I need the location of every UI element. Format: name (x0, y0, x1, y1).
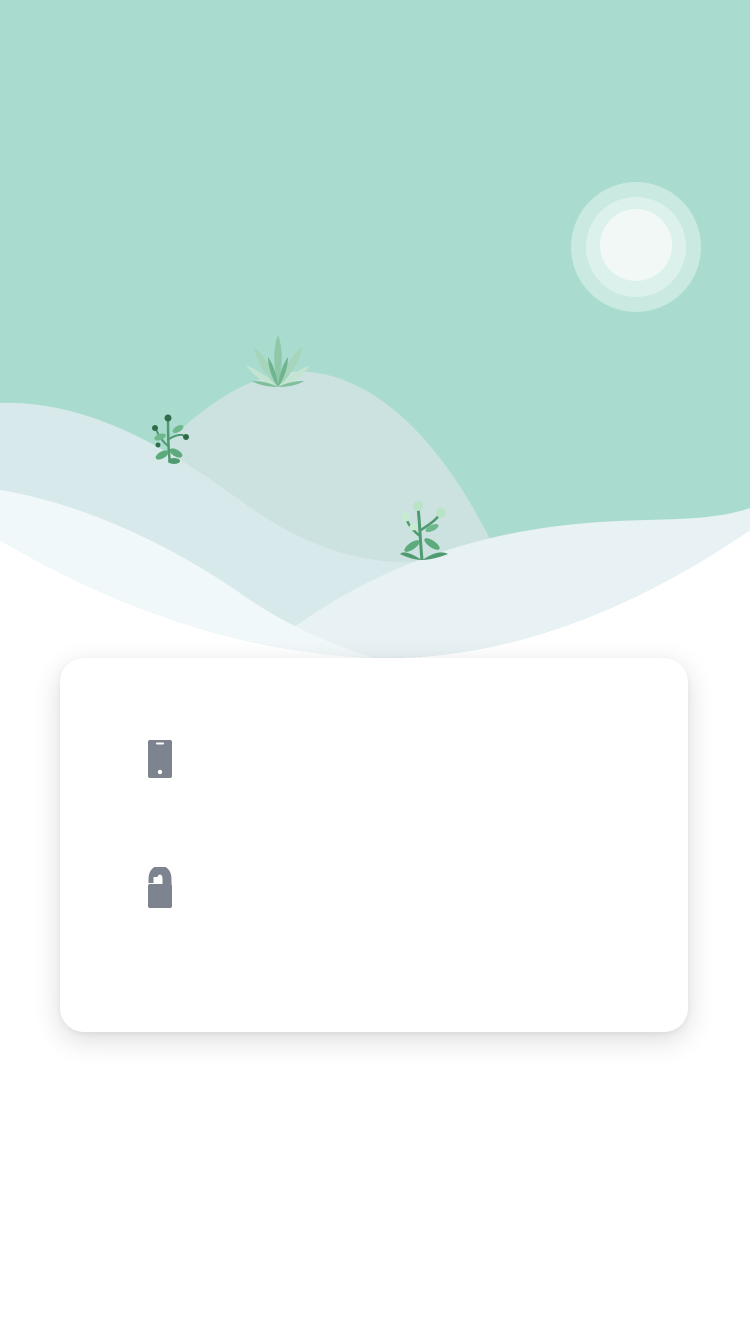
password-field (140, 853, 640, 923)
hero-illustration (0, 0, 750, 680)
padlock-icon (140, 864, 180, 912)
login-card (60, 658, 688, 1032)
mobile-phone-icon (140, 735, 180, 783)
phone-field (140, 724, 640, 794)
sun-icon (571, 182, 701, 312)
phone-input[interactable] (200, 734, 640, 784)
login-page (0, 0, 750, 1334)
password-input[interactable] (200, 863, 640, 913)
